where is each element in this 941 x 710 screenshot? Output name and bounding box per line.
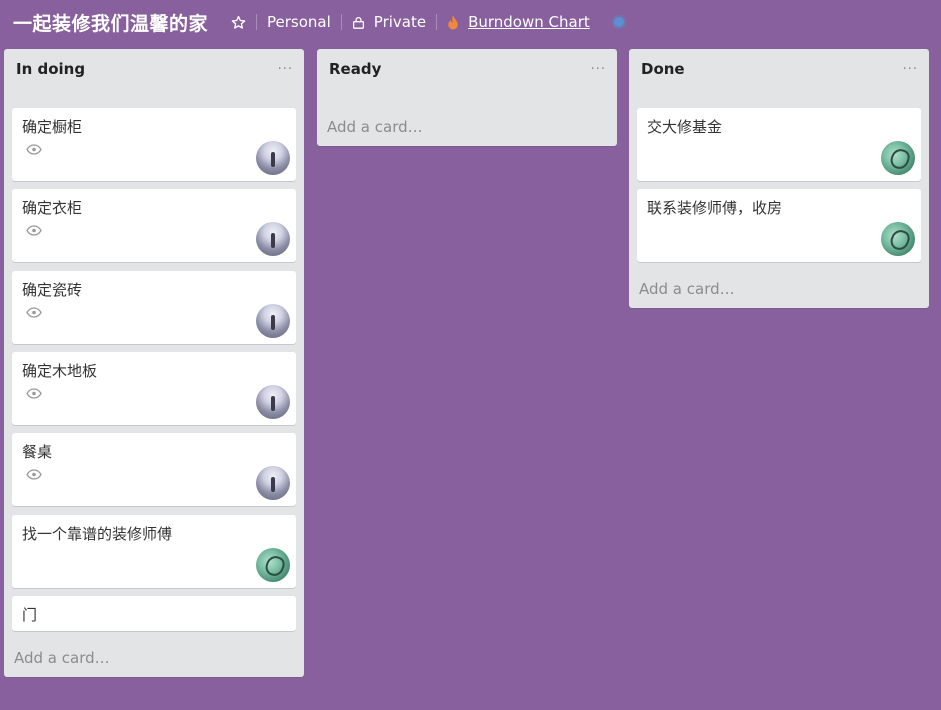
list-header: In doing ··· bbox=[4, 49, 304, 89]
card-title: 门 bbox=[22, 606, 38, 624]
eye-icon bbox=[26, 307, 42, 318]
member-avatar[interactable] bbox=[881, 141, 915, 175]
private-label: Private bbox=[373, 13, 427, 31]
member-avatar[interactable] bbox=[256, 548, 290, 582]
lock-icon bbox=[352, 16, 365, 29]
list-in-doing: In doing ··· 确定橱柜 确定衣柜 确定瓷砖 确定木地板 餐桌 找一个… bbox=[4, 49, 304, 677]
list-ready: Ready ··· Add a card… bbox=[317, 49, 617, 146]
add-card-button[interactable]: Add a card… bbox=[14, 649, 110, 667]
personal-button[interactable]: Personal bbox=[267, 13, 331, 31]
member-avatar[interactable] bbox=[256, 385, 290, 419]
card[interactable]: 门 bbox=[12, 596, 296, 631]
card-title: 餐桌 bbox=[22, 443, 53, 461]
header-divider bbox=[256, 14, 258, 30]
list-menu-icon[interactable]: ··· bbox=[903, 63, 918, 76]
card[interactable]: 联系装修师傅，收房 bbox=[637, 189, 921, 262]
list-menu-icon[interactable]: ··· bbox=[591, 63, 606, 76]
card[interactable]: 餐桌 bbox=[12, 433, 296, 506]
card-title: 确定瓷砖 bbox=[22, 281, 83, 299]
card-title: 确定木地板 bbox=[22, 362, 98, 380]
team-icon[interactable] bbox=[613, 17, 624, 27]
member-avatar[interactable] bbox=[256, 466, 290, 500]
board-title[interactable]: 一起装修我们温馨的家 bbox=[13, 9, 208, 36]
member-avatar[interactable] bbox=[881, 222, 915, 256]
list-menu-icon[interactable]: ··· bbox=[278, 63, 293, 76]
burndown-chart-button[interactable]: Burndown Chart bbox=[447, 13, 590, 31]
list-header: Done ··· bbox=[629, 49, 929, 89]
private-button[interactable]: Private bbox=[352, 13, 426, 31]
list-header: Ready ··· bbox=[317, 49, 617, 89]
card[interactable]: 确定橱柜 bbox=[12, 108, 296, 181]
card-title: 联系装修师傅，收房 bbox=[647, 199, 783, 217]
card-title: 找一个靠谱的装修师傅 bbox=[22, 525, 173, 543]
burndown-chart-label: Burndown Chart bbox=[468, 13, 590, 31]
add-card-button[interactable]: Add a card… bbox=[327, 118, 423, 136]
list-title[interactable]: In doing bbox=[16, 60, 85, 78]
list-title[interactable]: Done bbox=[641, 60, 685, 78]
list-title[interactable]: Ready bbox=[329, 60, 381, 78]
card[interactable]: 确定瓷砖 bbox=[12, 271, 296, 344]
eye-icon bbox=[26, 469, 42, 480]
header-divider bbox=[340, 14, 342, 30]
flame-icon bbox=[447, 14, 459, 30]
member-avatar[interactable] bbox=[256, 304, 290, 338]
card[interactable]: 确定木地板 bbox=[12, 352, 296, 425]
card-title: 确定橱柜 bbox=[22, 118, 83, 136]
add-card-button[interactable]: Add a card… bbox=[639, 280, 735, 298]
eye-icon bbox=[26, 144, 42, 155]
card-title: 交大修基金 bbox=[647, 118, 723, 136]
list-done: Done ··· 交大修基金 联系装修师傅，收房 Add a card… bbox=[629, 49, 929, 308]
card[interactable]: 确定衣柜 bbox=[12, 189, 296, 262]
member-avatar[interactable] bbox=[256, 141, 290, 175]
star-icon[interactable] bbox=[230, 14, 246, 30]
eye-icon bbox=[26, 225, 42, 236]
card-title: 确定衣柜 bbox=[22, 199, 83, 217]
member-avatar[interactable] bbox=[256, 222, 290, 256]
personal-label: Personal bbox=[267, 13, 331, 31]
eye-icon bbox=[26, 388, 42, 399]
card[interactable]: 找一个靠谱的装修师傅 bbox=[12, 515, 296, 588]
header-divider bbox=[436, 14, 438, 30]
board-header: 一起装修我们温馨的家 Personal Private Burndown Cha… bbox=[0, 0, 941, 44]
card[interactable]: 交大修基金 bbox=[637, 108, 921, 181]
